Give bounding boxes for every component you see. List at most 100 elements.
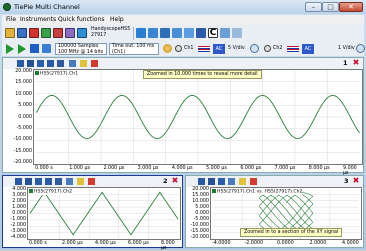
grid-icon[interactable] [55,178,62,185]
ch2-settings-icon[interactable] [356,44,365,53]
y-tick-label: 2.000 [12,199,26,204]
disconnect-icon[interactable] [53,28,63,38]
meter-view-icon[interactable] [184,28,194,38]
panel-2-plot[interactable] [27,187,181,240]
measure-icon[interactable] [45,178,52,185]
menu-instruments[interactable]: Instruments [20,16,56,23]
panel-2-close-icon[interactable]: ✖ [171,177,179,185]
panel-3-x-axis: -4.0000 -2.0000 0.0000 2.0000 4.0000 [210,240,362,248]
refresh-icon[interactable] [41,28,51,38]
ch1-settings-icon[interactable] [250,44,259,53]
xy-trace [259,192,313,232]
x-tick-label: 6.000 µs [240,166,262,171]
start-icon[interactable] [6,44,14,54]
pan-icon[interactable] [35,178,42,185]
instrument-icon[interactable] [77,28,87,38]
label-icon[interactable] [77,178,84,185]
pan-icon[interactable] [218,178,225,185]
zoom-icon[interactable] [25,178,32,185]
y-tick-label: 20.000 [192,187,209,192]
panel-3-number: 3 [344,177,349,185]
spectrum-view-icon[interactable] [172,28,182,38]
x-tick-label: 1.000 µs [69,166,91,171]
samples-display[interactable]: 100000 Samples 100 MHz @ 14 bits [55,43,107,55]
instrument-name: HandyscopeHS5 [91,27,131,32]
cursor-icon[interactable] [15,178,22,185]
y-tick-label: -1.000 [10,217,26,222]
ch1-range[interactable]: 5 V/div [228,46,245,52]
x-tick-label: 6.000 µs [128,241,149,246]
ch2-label: Ch2 [273,46,283,51]
ch2-ac-button[interactable]: AC [302,44,314,54]
properties-icon[interactable] [69,60,76,67]
y-tick-label: -20.000 [190,235,209,240]
panel-1-number: 1 [343,59,348,67]
close-button[interactable]: ✕ [339,2,363,12]
panel-1-y-axis: 20.000 15.000 10.000 5.000 0.000 -5.000 -10.00… [3,69,33,165]
remove-icon[interactable] [91,60,98,67]
ch1-ac-button[interactable]: AC [213,44,225,54]
save-icon[interactable] [17,28,27,38]
properties-icon[interactable] [228,178,235,185]
trigger-icon[interactable] [163,44,172,53]
grid-icon[interactable] [232,28,242,38]
main-toolbar: HandyscopeHS5 27917 C [2,25,364,42]
menu-help[interactable]: Help [110,16,124,23]
open-file-icon[interactable] [5,28,15,38]
y-tick-label: 3.000 [12,193,26,198]
layout-icon[interactable] [220,28,230,38]
timeout-display[interactable]: Time out: 100 ms (Ch1) [109,43,159,55]
cursor-icon[interactable] [198,178,205,185]
label-icon[interactable] [239,178,246,185]
panel-1-plot[interactable] [33,69,363,165]
properties-icon[interactable] [66,178,73,185]
panel-2-channel-tag: HS5(27917).Ch2 [29,189,72,195]
channel-view-icon[interactable] [136,28,146,38]
x-tick-label: 4.000 µs [171,166,193,171]
print-icon[interactable] [65,28,75,38]
y-tick-label: -15.000 [13,148,32,154]
y-tick-label: 0.000 [195,211,209,216]
ch1-probe-icon[interactable] [175,45,182,52]
color-c-icon[interactable]: C [208,28,218,38]
instrument-serial: 27917 [91,33,107,38]
zoom-icon[interactable] [208,178,215,185]
y-tick-label: 4.000 [12,187,26,192]
y-tick-label: -2.000 [10,223,26,228]
panel-1-x-axis: 0.000 s 1.000 µs 2.000 µs 3.000 µs 4.000 µs 5… [33,165,363,176]
single-shot-icon[interactable] [18,44,26,54]
y-tick-label: -20.000 [13,160,32,165]
auto-set-icon[interactable] [30,44,39,53]
zoom-icon[interactable] [27,60,34,67]
label-icon[interactable] [80,60,87,67]
xy-view-icon[interactable] [160,28,170,38]
remove-icon[interactable] [88,178,95,185]
menu-file[interactable]: File [6,16,16,23]
measure-icon[interactable] [47,60,54,67]
title-bar[interactable]: TiePie Multi Channel – □ ✕ [0,0,366,14]
x-tick-label: 0.0000 [277,241,294,246]
panel-3-y-axis: 20.000 15.000 10.000 5.000 0.000 -5.000 -10.00… [186,187,210,240]
y-tick-label: 10.000 [192,199,209,204]
delete-icon[interactable] [29,28,39,38]
panel-3-close-icon[interactable]: ✖ [352,177,360,185]
ch2-coupling-icon[interactable] [287,46,299,52]
settings-icon[interactable] [42,44,51,53]
minimize-button[interactable]: – [305,2,322,12]
yt-view-icon[interactable] [148,28,158,38]
cursor-icon[interactable] [17,60,24,67]
remove-icon[interactable] [250,178,257,185]
ch2-probe-icon[interactable] [264,45,271,52]
ch2-range[interactable]: 1 V/div [338,46,355,52]
menu-quick-functions[interactable]: Quick functions [58,16,105,23]
panel-1-toolbar: 1 ✖ [3,58,363,69]
app-window: TiePie Multi Channel – □ ✕ File Instrume… [0,0,366,251]
table-view-icon[interactable] [196,28,206,38]
maximize-button[interactable]: □ [322,2,339,12]
y-tick-label: -10.000 [13,137,32,143]
grid-icon[interactable] [57,60,64,67]
panel-1-close-icon[interactable]: ✖ [352,59,360,67]
x-tick-label: 4.0000 [342,241,359,246]
ch1-coupling-icon[interactable] [198,46,210,52]
pan-icon[interactable] [37,60,44,67]
